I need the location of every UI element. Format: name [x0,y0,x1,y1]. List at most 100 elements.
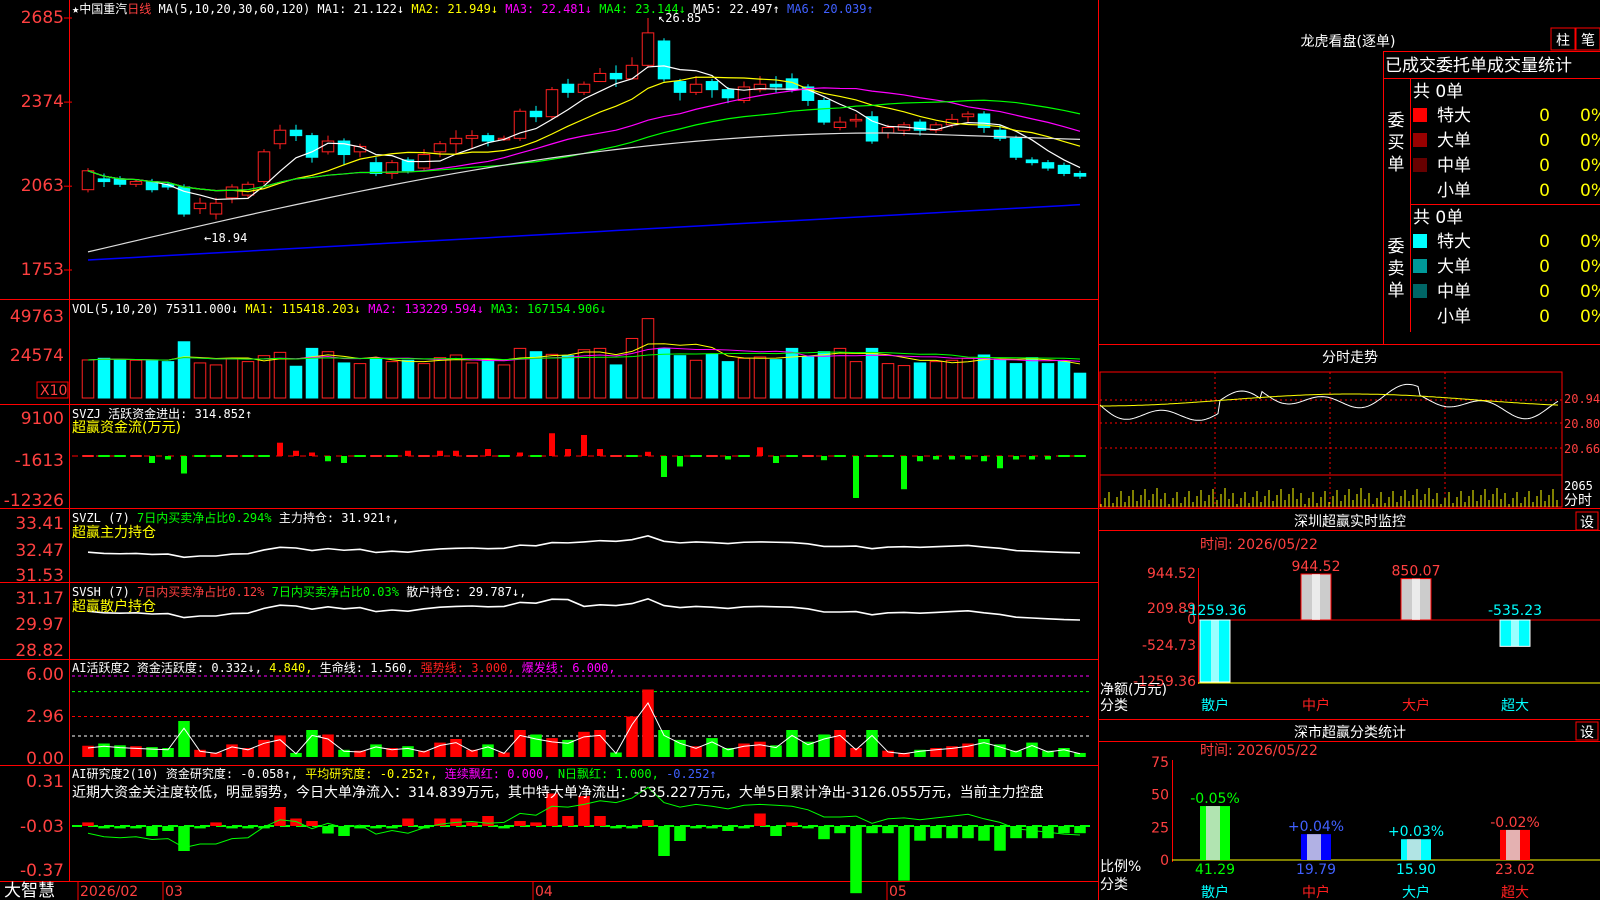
buy-row-swatch [1413,158,1427,172]
ai2-bar [610,826,622,829]
sz-tick: 944.52 [1147,566,1196,582]
sz-category: 超大 [1501,698,1529,714]
candle-body [673,81,687,93]
fund-bar [130,455,142,457]
ai-activity-bar [786,730,798,757]
fund-bar [386,455,398,457]
volume-bar [945,359,959,399]
candle-body [561,83,575,93]
candle-body [289,129,303,137]
candle-body [721,89,735,99]
ai-activity-bar [866,730,878,757]
fund-bar [194,455,206,457]
market-chart[interactable]: 2685237420631753↖26.85←18.94★中国重汽日线 MA(5… [0,0,1600,900]
ai2-bar [210,822,222,826]
ai2-bar [498,826,510,829]
header-span: N日飘红: [558,766,616,781]
fund-bar [997,456,1003,469]
ai2-bar [706,826,718,829]
ai2-bar [194,826,206,829]
fund-bar [1029,456,1035,460]
ai2-bar [898,826,910,881]
ai2-bar [306,821,318,826]
sell-row-pct: 0% [1580,257,1600,277]
candle-body [657,40,671,80]
sz-category: 中户 [1302,697,1330,714]
header-span: MA1: 115418.203↓ [245,302,368,316]
fund-bar [821,456,827,461]
volume-bar [801,356,815,399]
buy-row-name: 中单 [1437,156,1471,176]
cls-title: 深市超赢分类统计 [1294,724,1406,741]
header-span: 散户持仓: [406,584,468,599]
svzl-header: SVZL (7) 7日内买卖净占比0.294% 主力持仓: 31.921↑, [72,510,399,525]
cls-change-label: +0.03% [1388,824,1444,840]
buy-row-pct: 0% [1580,156,1600,176]
sz-bar-shine [1211,620,1219,682]
volume-bar [417,363,431,399]
ai2-bar [642,820,654,826]
sz-title: 深圳超赢实时监控 [1294,513,1406,530]
fund-bar [882,455,894,457]
volume-bar [193,362,207,399]
vol-header: VOL(5,10,20) 75311.000↓ MA1: 115418.203↓… [72,302,607,316]
cls-value-label: 23.02 [1495,862,1535,878]
sell-side-label: 卖 [1388,259,1405,279]
fund-bar [677,456,683,467]
fund-bar [498,455,510,457]
fund-bar [738,455,750,457]
ma-line [87,99,1081,192]
cls-value-label: 15.90 [1396,862,1436,878]
ai2-bar [1058,826,1070,834]
date-tick: 03 [165,884,183,900]
buy-side-label: 委 [1388,111,1405,131]
sz-bar-label: -1259.36 [1184,603,1247,619]
fund-bar [706,455,718,457]
candle-body [1057,164,1071,174]
candle-body [1025,159,1039,164]
brand-label: 大智慧 [4,881,55,900]
cls-ylabel: 比例% [1100,859,1141,875]
sell-row-swatch [1413,259,1427,273]
header-span: AI活跃度2 [72,660,137,675]
candle-body [481,135,495,142]
fund-bar [210,455,222,457]
cls-category: 超大 [1501,885,1529,900]
fund-bar [277,442,283,456]
fund-bar [802,455,814,457]
ai2-bar [514,821,526,826]
ai2-bar [402,818,414,826]
sz-category: 大户 [1402,697,1430,714]
fs-vol-tick: 分时 [1564,493,1592,509]
ai2-bar [482,816,494,826]
fund-bar [773,456,779,463]
header-span: MA4: 23.144↓ [599,2,693,16]
sz-bar-label: 850.07 [1392,564,1441,580]
header-span: MA5: 22.497↑ [693,2,787,16]
stats-title: 已成交委托单成交量统计 [1385,56,1572,76]
volume-bar [305,347,319,399]
candle-body [769,83,783,88]
cls-category: 散户 [1201,884,1229,900]
volume-bar [897,365,911,399]
sz-xlabel: 分类 [1100,698,1128,714]
candle-body [257,151,271,183]
fund-bar [949,456,955,460]
ai2-bar [770,826,782,836]
volume-bar [849,361,863,399]
ai-activity-bar [706,738,718,757]
svsh-tick: 28.82 [15,641,64,661]
ai2-bar [466,822,478,826]
ai2-bar [994,826,1006,851]
volume-bar [977,354,991,399]
fund-bar [325,456,331,462]
sz-settings-label: 设 [1580,515,1594,531]
ai-activity-bar [690,746,702,757]
volume-bar [913,362,927,399]
sell-total: 共 0单 [1413,208,1463,228]
fs-price-line [1099,383,1559,421]
volume-bar [625,337,639,399]
volume-bar [337,362,351,399]
ai2-bar [82,822,94,826]
ai2-bar [290,818,302,826]
